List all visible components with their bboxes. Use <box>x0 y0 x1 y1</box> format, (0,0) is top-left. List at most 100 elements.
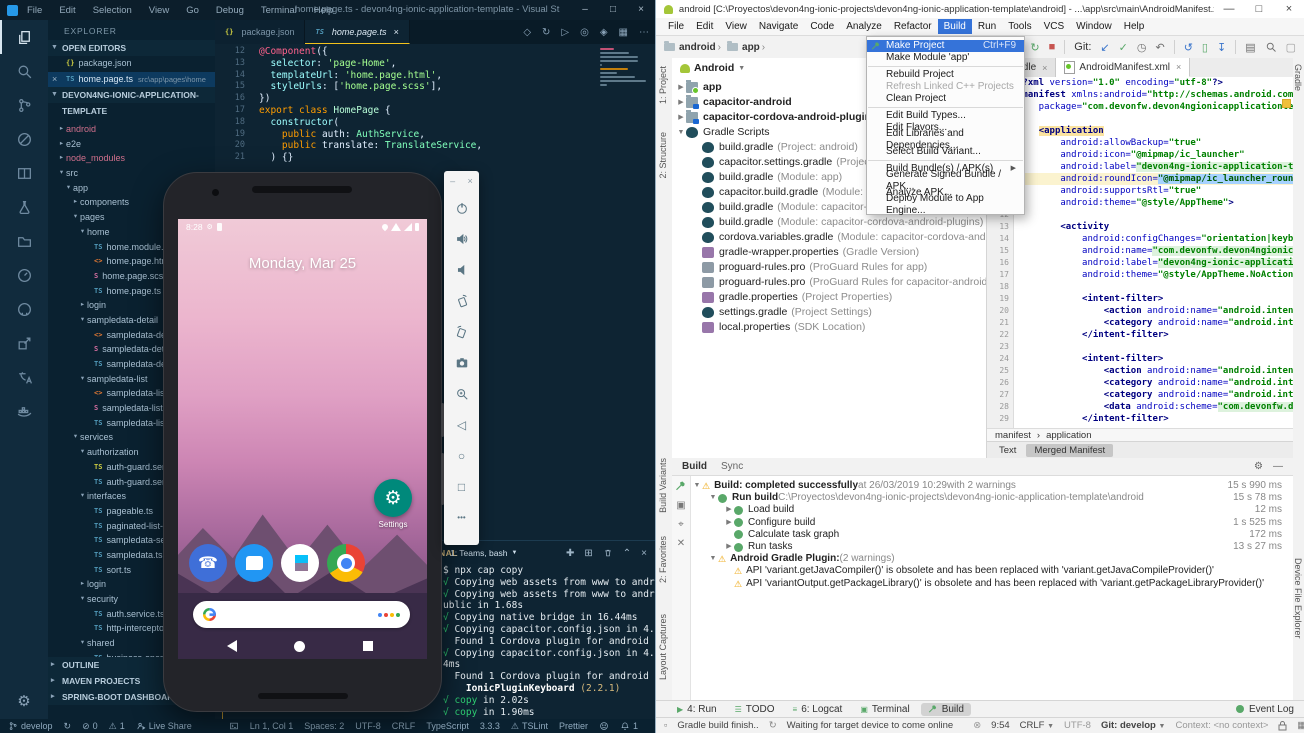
menu-run[interactable]: Run <box>972 19 1002 34</box>
editor-tab-home.page.ts[interactable]: TShome.page.ts× <box>305 20 409 44</box>
preview-icon[interactable]: ◎ <box>580 27 589 38</box>
status-utf-8[interactable]: UTF-8 <box>355 721 381 732</box>
gradle-sync-icon[interactable]: ↺ <box>1184 41 1193 54</box>
build-tree-item[interactable]: ⚠API 'variant.getJavaCompiler()' is obso… <box>692 565 1290 577</box>
share-icon[interactable] <box>0 326 48 360</box>
overview-icon[interactable]: □ <box>444 471 479 502</box>
menu-item-clean-project[interactable]: Clean Project <box>867 93 1024 105</box>
view-tab-text[interactable]: Text <box>991 444 1024 457</box>
search-everywhere-icon[interactable] <box>1265 41 1277 53</box>
editor-minimap[interactable] <box>600 48 650 88</box>
menu-item-edit-libraries-and-dependencies-[interactable]: Edit Libraries and Dependencies... <box>867 134 1024 146</box>
files-icon[interactable] <box>0 20 48 54</box>
status-3-3-3[interactable]: 3.3.3 <box>480 721 500 732</box>
encoding[interactable]: UTF-8 <box>1064 720 1091 731</box>
build-filter-icon[interactable] <box>675 480 687 492</box>
build-tree-item[interactable]: ▶Configure build1 s 525 ms <box>692 517 1290 529</box>
search-icon[interactable] <box>0 54 48 88</box>
menu-analyze[interactable]: Analyze <box>840 19 888 34</box>
toolwindow-toggle-icon[interactable]: ▫ <box>664 720 667 731</box>
context-widget[interactable]: Context: <no context> <box>1175 720 1268 731</box>
folder-icon[interactable] <box>0 224 48 258</box>
build-tab[interactable]: Build <box>682 461 707 472</box>
project-tree-item[interactable]: proguard-rules.pro(ProGuard Rules for ap… <box>672 260 986 275</box>
maximize-button[interactable]: □ <box>1244 3 1274 15</box>
sync-icon[interactable]: ↻ <box>1030 41 1039 54</box>
toolstrip-2-structure[interactable]: 2: Structure <box>658 132 668 179</box>
nav-back-button[interactable] <box>227 640 237 652</box>
menu-item-edit-build-types-[interactable]: Edit Build Types... <box>867 110 1024 122</box>
menu-navigate[interactable]: Navigate <box>753 19 804 34</box>
more-icon[interactable]: ⋯ <box>639 27 649 38</box>
toolstrip-2-favorites[interactable]: 2: Favorites <box>658 536 668 583</box>
build-tree-item[interactable]: Calculate task graph172 ms <box>692 529 1290 541</box>
status-ln-1-col-1[interactable]: Ln 1, Col 1 <box>250 721 294 732</box>
build-tree-item[interactable]: ▼Run build C:\Proyectos\devon4ng-ionic-p… <box>692 492 1290 504</box>
split-editor-icon[interactable]: ▦ <box>619 27 628 38</box>
split-diamond-icon[interactable]: ◈ <box>600 27 608 38</box>
home-icon[interactable]: ○ <box>444 440 479 471</box>
project-tree-item[interactable]: cordova.variables.gradle(Module: capacit… <box>672 230 986 245</box>
sync-tab[interactable]: Sync <box>721 461 743 472</box>
emulator-close-icon[interactable]: × <box>468 176 473 192</box>
project-structure-icon[interactable]: ▤ <box>1245 41 1255 54</box>
breadcrumb-application[interactable]: application <box>1046 430 1091 441</box>
view-tab-merged-manifest[interactable]: Merged Manifest <box>1026 444 1113 457</box>
menu-item-select-build-variant-[interactable]: Select Build Variant... <box>867 146 1024 158</box>
menu-view[interactable]: View <box>148 3 170 18</box>
phone-app-icon[interactable]: ☎ <box>189 544 227 582</box>
toolwindow-button-terminal[interactable]: ▣Terminal <box>853 703 916 716</box>
back-icon[interactable]: ◁ <box>444 409 479 440</box>
folder-item[interactable]: ▸android <box>48 122 215 137</box>
debug-disabled-icon[interactable] <box>0 122 48 156</box>
menu-selection[interactable]: Selection <box>92 3 133 18</box>
menu-file[interactable]: File <box>26 3 43 18</box>
volume-up-icon[interactable] <box>444 223 479 254</box>
zoom-icon[interactable] <box>444 378 479 409</box>
dial-icon[interactable] <box>0 258 48 292</box>
menu-code[interactable]: Code <box>804 19 840 34</box>
screenshot-icon[interactable] <box>444 347 479 378</box>
build-tree-item[interactable]: ▶Run tasks13 s 27 ms <box>692 541 1290 553</box>
menu-item-make-module-app-[interactable]: Make Module 'app' <box>867 52 1024 64</box>
toolwindow-button-todo[interactable]: ☰TODO <box>728 703 782 716</box>
minimize-panel-icon[interactable]: — <box>1273 461 1283 472</box>
format-icon[interactable]: ◇ <box>523 27 531 38</box>
nav-home-button[interactable] <box>294 641 305 652</box>
rollback-icon[interactable]: ↶ <box>1155 41 1164 54</box>
maximize-button[interactable]: □ <box>599 0 627 20</box>
build-tree-item[interactable]: ▶Load build12 ms <box>692 504 1290 516</box>
toolstrip-1-project[interactable]: 1: Project <box>658 66 668 104</box>
close-tab-icon[interactable]: × <box>393 27 398 37</box>
menu-item-rebuild-project[interactable]: Rebuild Project <box>867 69 1024 81</box>
status-smiley[interactable] <box>599 721 609 732</box>
open-editor-item[interactable]: ×TShome.page.tssrc\app\pages\home <box>48 72 215 88</box>
terminal-shell-selector[interactable]: 1: Teams, bash▼ <box>450 548 517 558</box>
menu-item-make-project[interactable]: Make ProjectCtrl+F9 <box>867 40 1024 52</box>
stop-icon[interactable]: ■ <box>1049 41 1056 53</box>
project-section[interactable]: ▼DEVON4NG-IONIC-APPLICATION-TEMPLATE <box>48 87 215 103</box>
project-tree-item[interactable]: proguard-rules.pro(ProGuard Rules for ca… <box>672 275 986 290</box>
warning-stripe-marker[interactable] <box>1282 99 1291 108</box>
toolstrip-gradle[interactable]: Gradle <box>1293 64 1303 91</box>
status-console[interactable] <box>229 721 239 732</box>
manifest-code-area[interactable]: 1<?xml version="1.0" encoding="utf-8"?>2… <box>987 77 1293 428</box>
breadcrumb-app[interactable]: app <box>742 42 760 53</box>
nav-overview-button[interactable] <box>363 641 373 651</box>
project-tree-item[interactable]: gradle-wrapper.properties(Gradle Version… <box>672 245 986 260</box>
status-prettier[interactable]: Prettier <box>559 721 588 732</box>
menu-item-deploy-module-to-app-engine-[interactable]: Deploy Module to App Engine... <box>867 199 1024 211</box>
history-icon[interactable]: ◷ <box>1137 41 1147 54</box>
menu-edit[interactable]: Edit <box>690 19 719 34</box>
build-tree-item[interactable]: ▼⚠Build: completed successfully at 26/03… <box>692 480 1290 492</box>
split-terminal-icon[interactable]: ⊞ <box>584 548 592 559</box>
status-0[interactable]: ⊘0 <box>82 721 98 732</box>
new-terminal-icon[interactable]: ✚ <box>566 548 574 559</box>
menu-file[interactable]: File <box>662 19 690 34</box>
update-project-icon[interactable]: ↙ <box>1100 41 1109 54</box>
run-icon[interactable]: ▷ <box>561 27 569 38</box>
device-manager-icon[interactable]: ▯ <box>1202 41 1208 54</box>
indent-info-icon[interactable]: ▦ <box>1297 720 1304 731</box>
translate-icon[interactable] <box>0 360 48 394</box>
status-1[interactable]: 1 <box>620 721 638 732</box>
